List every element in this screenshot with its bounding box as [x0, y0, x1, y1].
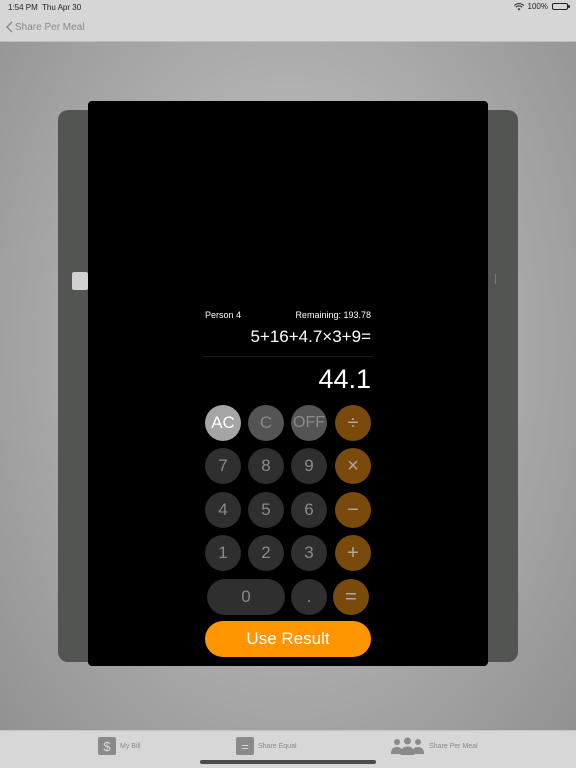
- key-1[interactable]: 1: [205, 535, 241, 571]
- expression-divider: [203, 356, 373, 357]
- key-8[interactable]: 8: [248, 448, 284, 484]
- plus-button[interactable]: +: [335, 535, 371, 571]
- tab-label: My Bill: [120, 742, 141, 750]
- back-label: Share Per Meal: [15, 21, 85, 33]
- key-6[interactable]: 6: [291, 492, 327, 528]
- tab-label: Share Per Meal: [429, 742, 478, 750]
- tab-share-per-meal[interactable]: Share Per Meal: [390, 737, 478, 755]
- people-icon: [391, 737, 424, 755]
- remaining-label: Remaining: 193.78: [295, 310, 371, 320]
- decimal-button[interactable]: .: [291, 579, 327, 615]
- result-display: 44.1: [318, 364, 371, 394]
- equals-button[interactable]: =: [333, 579, 369, 615]
- key-5[interactable]: 5: [248, 492, 284, 528]
- key-3[interactable]: 3: [291, 535, 327, 571]
- key-4[interactable]: 4: [205, 492, 241, 528]
- wifi-icon: [513, 2, 524, 10]
- dollar-icon: $: [98, 737, 116, 755]
- nav-bar: Share Per Meal: [0, 14, 576, 42]
- tab-label: Share Equal: [258, 742, 297, 750]
- key-9[interactable]: 9: [291, 448, 327, 484]
- equals-icon: =: [236, 737, 254, 755]
- status-date: Thu Apr 30: [42, 3, 82, 12]
- ac-button[interactable]: AC: [205, 405, 241, 441]
- person-label: Person 4: [205, 310, 242, 320]
- status-right: 100%: [513, 2, 570, 11]
- clear-button[interactable]: C: [248, 405, 284, 441]
- battery-percent: 100%: [527, 2, 548, 11]
- key-7[interactable]: 7: [205, 448, 241, 484]
- status-time: 1:54 PM: [8, 3, 38, 12]
- calculator-modal: Person 4 Remaining: 193.78 5+16+4.7×3+9=…: [88, 101, 488, 666]
- expression-display: 5+16+4.7×3+9=: [250, 327, 371, 346]
- tab-my-bill[interactable]: $ My Bill: [98, 737, 141, 755]
- minus-button[interactable]: −: [335, 492, 371, 528]
- key-0[interactable]: 0: [207, 579, 285, 615]
- multiply-button[interactable]: ×: [335, 448, 371, 484]
- tab-share-equal[interactable]: = Share Equal: [236, 737, 297, 755]
- chevron-left-icon: [6, 21, 13, 33]
- underlying-mark: [490, 274, 496, 284]
- use-result-button[interactable]: Use Result: [205, 621, 371, 657]
- home-indicator: [200, 760, 376, 764]
- battery-icon: [552, 3, 570, 10]
- divide-button[interactable]: ÷: [335, 405, 371, 441]
- off-button[interactable]: OFF: [291, 405, 327, 441]
- back-button[interactable]: Share Per Meal: [6, 21, 84, 33]
- status-bar: 1:54 PM Thu Apr 30 100%: [0, 0, 576, 14]
- underlying-checkbox: [72, 272, 88, 290]
- key-2[interactable]: 2: [248, 535, 284, 571]
